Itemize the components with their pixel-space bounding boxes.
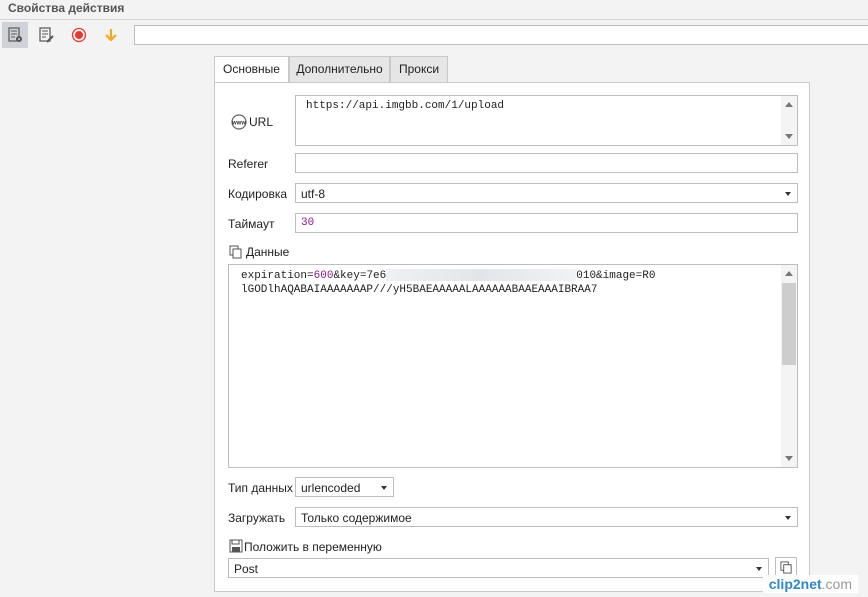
window-title: Свойства действия xyxy=(8,1,125,15)
data-type-label: Тип данных xyxy=(228,481,293,495)
url-label: URL xyxy=(249,115,274,129)
encoding-select[interactable]: utf-8 xyxy=(295,183,798,203)
referer-label: Referer xyxy=(228,157,269,171)
copy-icon xyxy=(779,561,792,574)
record-icon xyxy=(71,27,87,43)
tab-proxy[interactable]: Прокси xyxy=(390,56,448,82)
chevron-down-icon xyxy=(785,192,791,196)
scroll-down-icon[interactable] xyxy=(785,456,793,461)
data-line-1: expiration=600&key=7e6 010&image=R0 xyxy=(241,269,656,282)
edit-button[interactable] xyxy=(33,22,59,48)
save-to-var-label: Положить в переменную xyxy=(244,540,382,554)
watermark-logo: clip2net.com xyxy=(762,575,858,593)
save-icon xyxy=(229,539,243,553)
toolbar xyxy=(0,22,868,48)
url-textarea[interactable]: https://api.imgbb.com/1/upload xyxy=(295,95,798,146)
title-bar: Свойства действия xyxy=(0,0,868,20)
properties-icon xyxy=(8,27,22,42)
referer-input[interactable] xyxy=(295,153,798,173)
edit-icon xyxy=(39,27,54,43)
timeout-label: Таймаут xyxy=(228,217,275,231)
data-textarea[interactable]: expiration=600&key=7e6 010&image=R0 lGODl… xyxy=(228,264,798,468)
redacted-key xyxy=(386,269,577,282)
toolbar-search-input[interactable] xyxy=(134,25,868,45)
main-panel: www URL https://api.imgbb.com/1/upload R… xyxy=(214,82,810,592)
encoding-label: Кодировка xyxy=(228,187,288,201)
timeout-input[interactable]: 30 xyxy=(295,213,798,233)
properties-button[interactable] xyxy=(2,22,28,48)
arrow-down-icon xyxy=(105,29,117,42)
chevron-down-icon xyxy=(785,516,791,520)
tab-advanced[interactable]: Дополнительно xyxy=(289,56,390,82)
data-label: Данные xyxy=(246,245,290,259)
chevron-down-icon xyxy=(381,486,387,490)
scroll-up-icon[interactable] xyxy=(785,271,793,276)
divider xyxy=(0,19,868,20)
chevron-down-icon xyxy=(756,567,762,571)
svg-text:www: www xyxy=(231,121,246,127)
arrow-down-button[interactable] xyxy=(98,22,124,48)
load-select[interactable]: Только содержимое xyxy=(295,507,798,527)
tab-main[interactable]: Основные xyxy=(214,56,289,83)
data-scrollbar[interactable] xyxy=(781,265,797,467)
data-line-2: lGODlhAQABAIAAAAAAAP///yH5BAEAAAAALAAAAA… xyxy=(241,284,598,296)
www-icon: www xyxy=(231,114,247,130)
record-button[interactable] xyxy=(66,22,92,48)
scroll-up-icon[interactable] xyxy=(785,102,793,107)
scroll-down-icon[interactable] xyxy=(785,134,793,139)
data-type-select[interactable]: urlencoded xyxy=(295,477,394,497)
scroll-thumb[interactable] xyxy=(782,283,796,365)
load-label: Загружать xyxy=(228,511,286,525)
url-scrollbar[interactable] xyxy=(781,96,797,145)
variable-select[interactable]: Post xyxy=(228,558,769,578)
copy-icon xyxy=(229,245,243,259)
